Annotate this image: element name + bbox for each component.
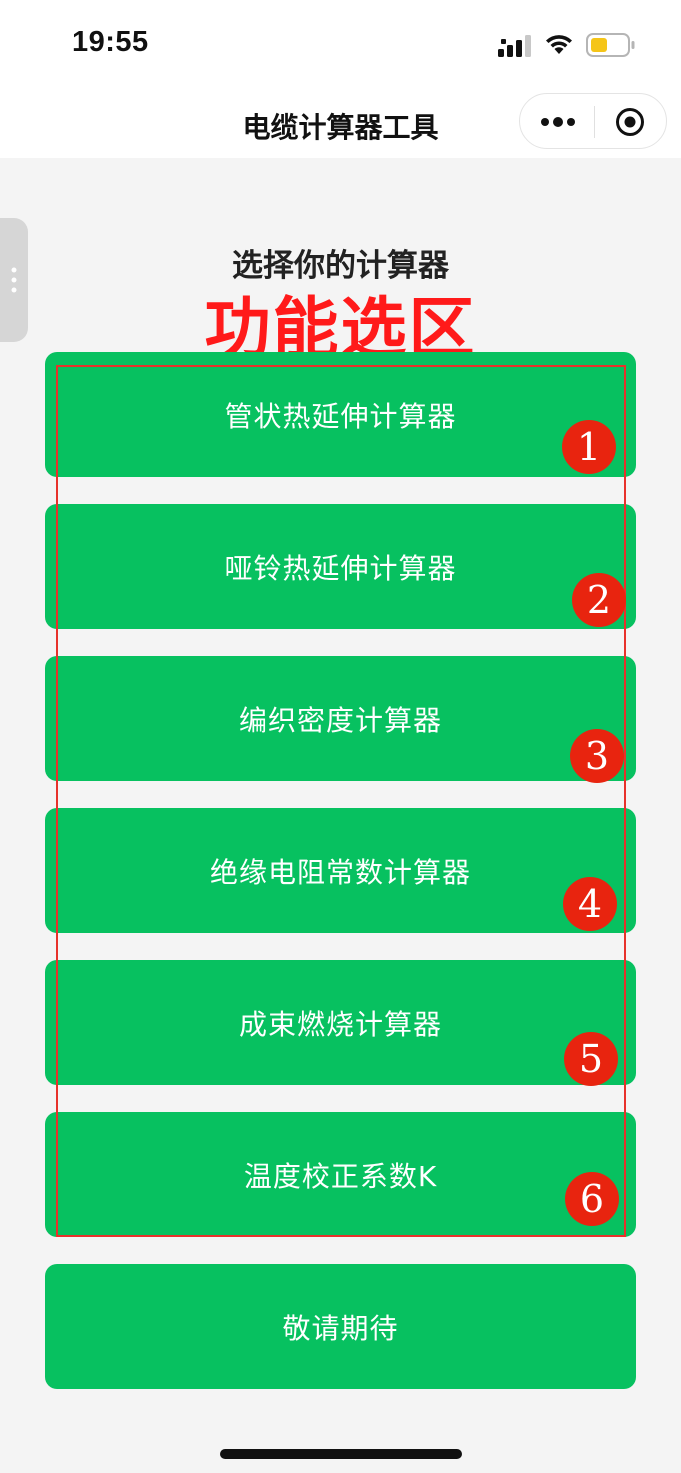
annotation-highlight-box xyxy=(56,365,626,1237)
annotation-badge: 2 xyxy=(572,573,626,627)
home-indicator[interactable] xyxy=(220,1449,462,1459)
annotation-badge: 1 xyxy=(562,420,616,474)
annotation-badge: 6 xyxy=(565,1172,619,1226)
coming-soon-button[interactable]: 敬请期待 xyxy=(45,1264,636,1389)
button-label: 敬请期待 xyxy=(282,1312,399,1345)
annotation-badge: 4 xyxy=(563,877,617,931)
annotation-badge: 5 xyxy=(564,1032,618,1086)
annotation-badge: 3 xyxy=(570,729,624,783)
